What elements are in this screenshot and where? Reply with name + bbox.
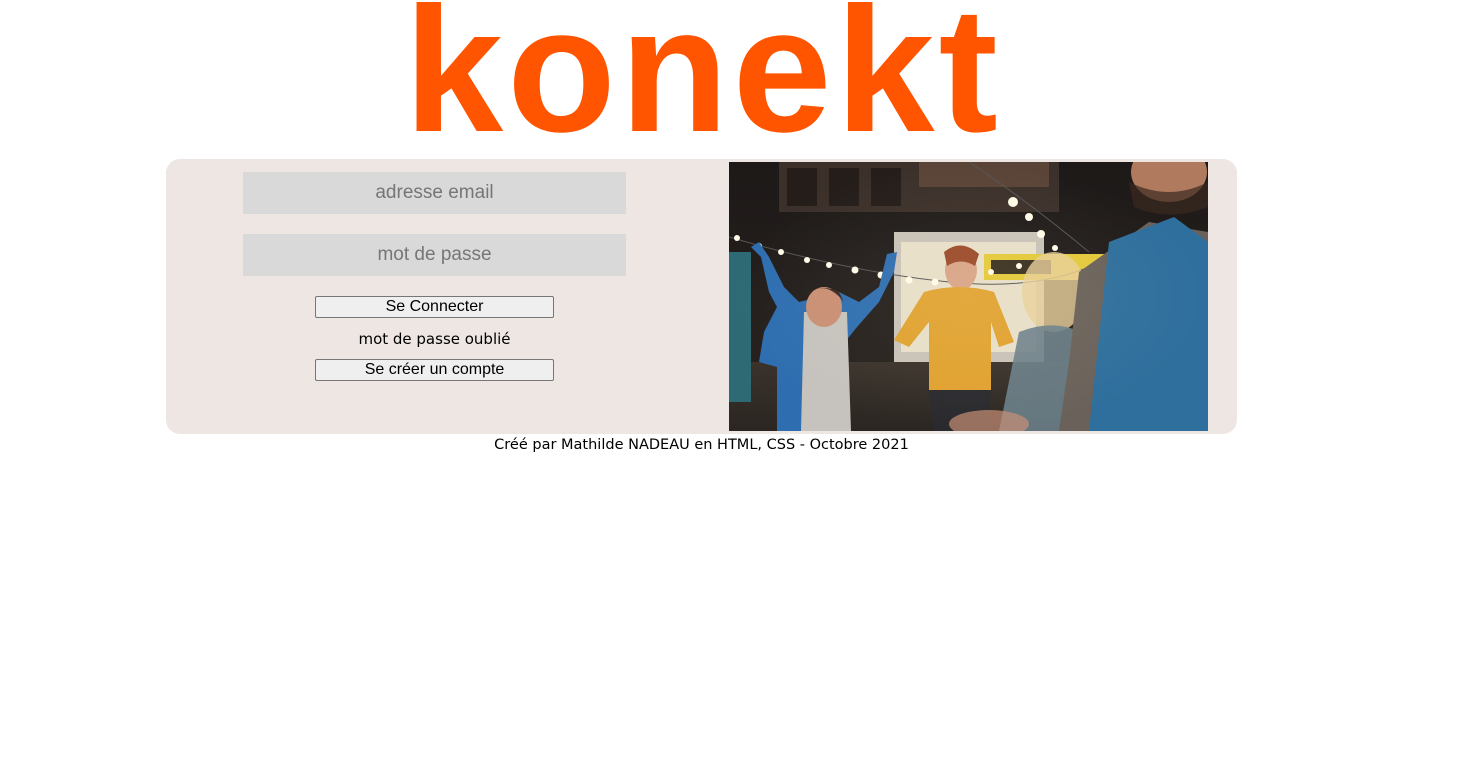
email-field[interactable] — [243, 172, 626, 214]
brand-logo: konekt — [398, 0, 1008, 159]
forgot-password-link[interactable]: mot de passe oublié — [315, 330, 554, 348]
connect-button[interactable]: Se Connecter — [315, 296, 554, 318]
logo-text: konekt — [404, 0, 1002, 169]
footer-credit: Créé par Mathilde NADEAU en HTML, CSS - … — [494, 437, 909, 453]
password-field[interactable] — [243, 234, 626, 276]
create-account-button[interactable]: Se créer un compte — [315, 359, 554, 381]
hero-photo — [729, 162, 1208, 431]
